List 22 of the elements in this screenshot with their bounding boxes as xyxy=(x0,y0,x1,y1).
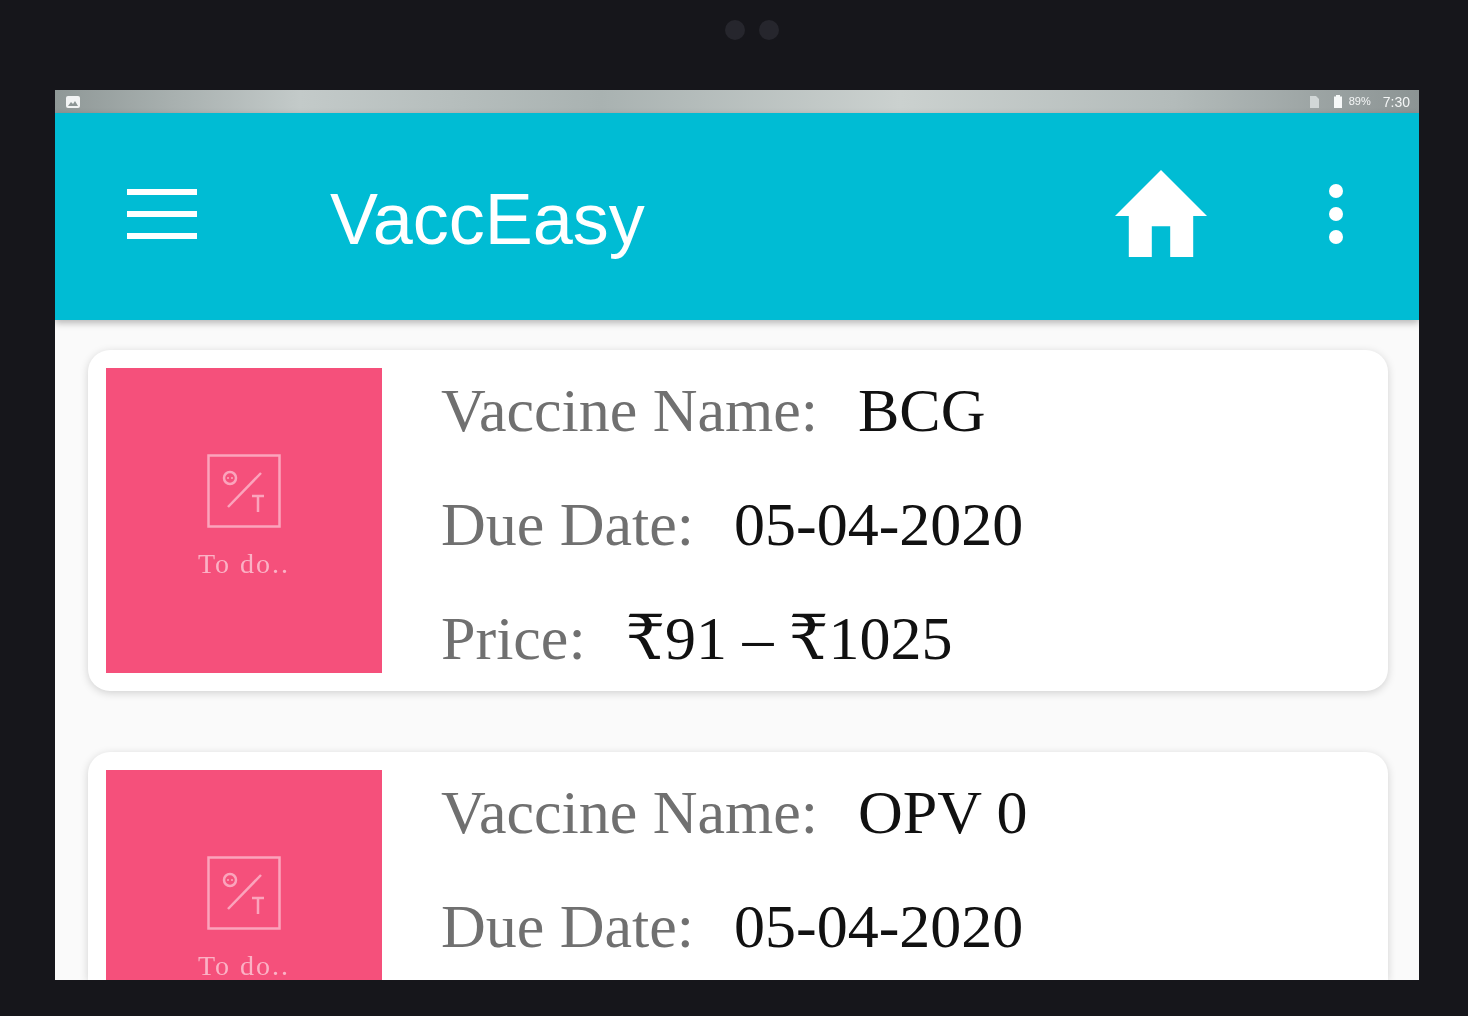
field-label: Due Date: xyxy=(441,489,695,559)
menu-icon[interactable] xyxy=(127,188,197,239)
clock-time: 7:30 xyxy=(1382,94,1410,109)
tile-label: To do.. xyxy=(197,952,291,980)
home-icon[interactable] xyxy=(1115,170,1207,257)
field-label: Vaccine Name: xyxy=(441,375,818,445)
square-slash-icon xyxy=(207,856,281,930)
field-value: OPV 0 xyxy=(857,777,1028,847)
battery-level: 89% xyxy=(1348,96,1371,107)
field-value: 05-04-2020 xyxy=(734,891,1024,961)
field-label: Vaccine Name: xyxy=(441,777,818,847)
field-value: 05-04-2020 xyxy=(734,489,1024,559)
field-label: Due Date: xyxy=(441,891,695,961)
image-icon xyxy=(66,95,80,108)
sim-card-icon xyxy=(1309,95,1319,108)
battery-icon xyxy=(1333,95,1342,108)
tile-label: To do.. xyxy=(197,550,291,578)
field-label: Price: xyxy=(441,603,586,673)
square-slash-icon xyxy=(207,454,281,528)
field-value: ₹91 – ₹1025 xyxy=(625,603,953,673)
field-value: BCG xyxy=(857,375,986,445)
more-options-icon[interactable] xyxy=(1329,183,1343,244)
